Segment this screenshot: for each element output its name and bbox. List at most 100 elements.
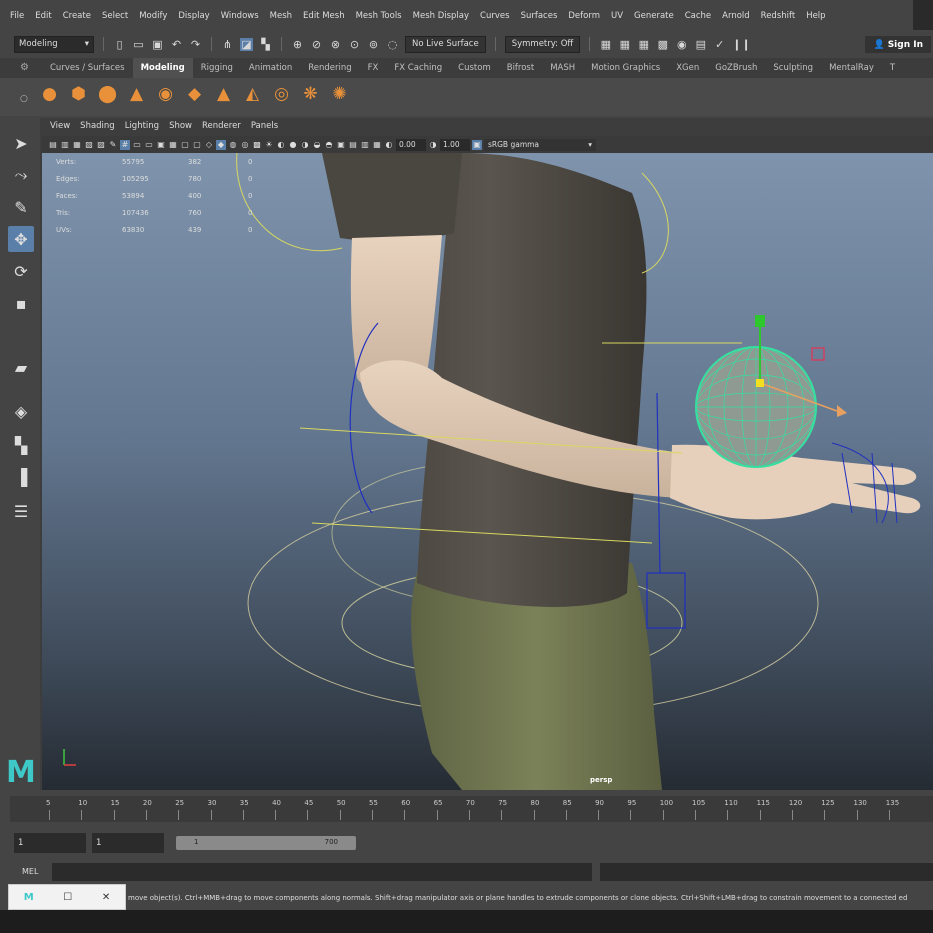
menu-windows[interactable]: Windows <box>221 11 259 21</box>
isolate-select-icon[interactable]: ▣ <box>336 140 346 150</box>
menu-redshift[interactable]: Redshift <box>761 11 796 21</box>
redo-icon[interactable]: ↷ <box>189 38 202 51</box>
2d-pan-zoom-icon[interactable]: ▨ <box>96 140 106 150</box>
select-tool-icon[interactable]: ➤ <box>8 130 34 156</box>
menu-edit[interactable]: Edit <box>35 11 51 21</box>
menu-curves[interactable]: Curves <box>480 11 510 21</box>
live-surface-field[interactable]: No Live Surface <box>405 35 486 53</box>
shelf-tab-mentalray[interactable]: MentalRay <box>821 58 882 78</box>
xray-components-icon[interactable]: ▦ <box>372 140 382 150</box>
close-icon[interactable]: ✕ <box>102 892 110 903</box>
select-camera-icon[interactable]: ▤ <box>48 140 58 150</box>
render-view-icon[interactable]: ▦ <box>599 38 612 51</box>
grease-pencil-icon[interactable]: ✎ <box>108 140 118 150</box>
rotate-tool-icon[interactable]: ⟳ <box>8 258 34 284</box>
field-chart-icon[interactable]: ▦ <box>168 140 178 150</box>
screen-space-ao-icon[interactable]: ● <box>288 140 298 150</box>
menu-surfaces[interactable]: Surfaces <box>521 11 558 21</box>
shelf-tab-fx-caching[interactable]: FX Caching <box>386 58 450 78</box>
panel-menu-lighting[interactable]: Lighting <box>125 121 159 131</box>
shelf-tab-sculpting[interactable]: Sculpting <box>765 58 821 78</box>
menu-generate[interactable]: Generate <box>634 11 674 21</box>
single-pane-layout-icon[interactable]: ◈ <box>8 398 34 424</box>
color-management-icon[interactable]: ▣ <box>472 139 482 150</box>
default-material-icon[interactable]: ◍ <box>228 140 238 150</box>
grid-icon[interactable]: # <box>120 139 130 150</box>
cone-icon[interactable]: ▲ <box>125 82 148 105</box>
restore-icon[interactable]: ☐ <box>63 892 72 903</box>
panel-menu-view[interactable]: View <box>50 121 70 131</box>
image-plane-icon[interactable]: ▧ <box>84 140 94 150</box>
view-transform-dropdown[interactable]: sRGB gamma ▾ <box>484 138 596 151</box>
resolution-gate-icon[interactable]: ▭ <box>144 140 154 150</box>
shelf-tab-curves-surfaces[interactable]: Curves / Surfaces <box>42 58 133 78</box>
menu-mesh[interactable]: Mesh <box>270 11 292 21</box>
wireframe-on-shaded-icon[interactable]: ◎ <box>240 140 250 150</box>
shelf-tab-animation[interactable]: Animation <box>241 58 300 78</box>
shelf-tab-custom[interactable]: Custom <box>450 58 499 78</box>
menu-mesh-tools[interactable]: Mesh Tools <box>356 11 402 21</box>
camera-icon[interactable]: ▤ <box>694 38 707 51</box>
shelf-tab-xgen[interactable]: XGen <box>668 58 707 78</box>
sign-in-button[interactable]: 👤 Sign In <box>865 36 931 53</box>
shelf-tab-bifrost[interactable]: Bifrost <box>499 58 542 78</box>
menu-set-dropdown[interactable]: Modeling ▾ <box>14 35 94 53</box>
menu-edit-mesh[interactable]: Edit Mesh <box>303 11 345 21</box>
shelf-tab-modeling[interactable]: Modeling <box>132 58 193 78</box>
plane-icon[interactable]: ◆ <box>183 82 206 105</box>
pipe-icon[interactable]: ◎ <box>270 82 293 105</box>
textured-icon[interactable]: ▩ <box>252 140 262 150</box>
render-frame-icon[interactable]: ▦ <box>618 38 631 51</box>
minimized-window[interactable]: M ☐ ✕ <box>8 884 126 910</box>
snap-grid-icon[interactable]: ⊕ <box>291 38 304 51</box>
safe-action-icon[interactable]: ▢ <box>180 140 190 150</box>
soccer-ball-icon[interactable]: ✺ <box>328 82 351 105</box>
menu-modify[interactable]: Modify <box>139 11 167 21</box>
snap-curve-icon[interactable]: ⊘ <box>310 38 323 51</box>
menu-uv[interactable]: UV <box>611 11 623 21</box>
bookmark-icon[interactable]: ▦ <box>72 140 82 150</box>
shelf-tab-gozbrush[interactable]: GoZBrush <box>707 58 765 78</box>
menu-cache[interactable]: Cache <box>685 11 711 21</box>
menu-file[interactable]: File <box>10 11 24 21</box>
snap-view-icon[interactable]: ⊙ <box>348 38 361 51</box>
gate-mask-icon[interactable]: ▣ <box>156 140 166 150</box>
lasso-tool-icon[interactable]: ⤳ <box>8 162 34 188</box>
script-language-label[interactable]: MEL <box>22 867 38 876</box>
smooth-shade-icon[interactable]: ◆ <box>216 139 226 150</box>
pyramid-icon[interactable]: ▲ <box>212 82 235 105</box>
select-component-icon[interactable]: ▚ <box>259 38 272 51</box>
move-tool-icon[interactable]: ✥ <box>8 226 34 252</box>
safe-title-icon[interactable]: ▢ <box>192 140 202 150</box>
helix-icon[interactable]: ❋ <box>299 82 322 105</box>
render-settings-icon[interactable]: ▩ <box>656 38 669 51</box>
menu-help[interactable]: Help <box>806 11 825 21</box>
shelf-tab-rendering[interactable]: Rendering <box>300 58 359 78</box>
playback-start-field[interactable]: 1 <box>92 833 164 853</box>
panel-menu-panels[interactable]: Panels <box>251 121 278 131</box>
shelf-options-icon[interactable]: ○ <box>20 94 28 104</box>
menu-deform[interactable]: Deform <box>568 11 600 21</box>
xray-icon[interactable]: ▤ <box>348 140 358 150</box>
four-pane-layout-icon[interactable]: ▚ <box>8 432 34 458</box>
panel-menu-renderer[interactable]: Renderer <box>202 121 241 131</box>
outliner-layout-icon[interactable]: ☰ <box>8 498 34 524</box>
paint-select-tool-icon[interactable]: ✎ <box>8 194 34 220</box>
renderer-icon[interactable]: ✓ <box>713 38 726 51</box>
viewport[interactable] <box>42 153 933 790</box>
panel-menu-shading[interactable]: Shading <box>80 121 115 131</box>
pause-icon[interactable]: ❙❙ <box>732 38 750 51</box>
start-time-field[interactable]: 1 <box>14 833 86 853</box>
shelf-tab-rigging[interactable]: Rigging <box>193 58 241 78</box>
cylinder-icon[interactable]: ⬤ <box>96 82 119 105</box>
shelf-tab-mash[interactable]: MASH <box>542 58 583 78</box>
sphere-icon[interactable]: ● <box>38 82 61 105</box>
menu-display[interactable]: Display <box>178 11 209 21</box>
multisample-aa-icon[interactable]: ◒ <box>312 140 322 150</box>
save-scene-icon[interactable]: ▣ <box>151 38 164 51</box>
snap-point-icon[interactable]: ⊗ <box>329 38 342 51</box>
camera-attributes-icon[interactable]: ▥ <box>60 140 70 150</box>
depth-of-field-icon[interactable]: ◓ <box>324 140 334 150</box>
exposure-field[interactable]: 0.00 <box>396 138 426 151</box>
menu-mesh-display[interactable]: Mesh Display <box>413 11 469 21</box>
